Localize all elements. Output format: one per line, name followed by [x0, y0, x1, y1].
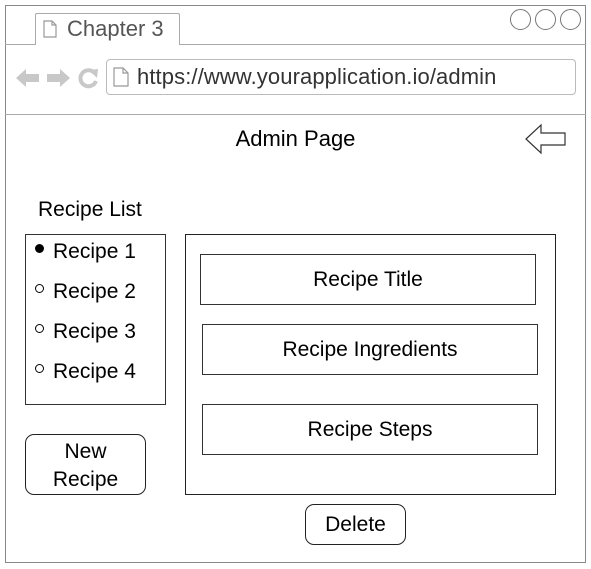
new-recipe-button[interactable]: New Recipe — [25, 434, 146, 495]
list-item[interactable]: Recipe 3 — [53, 320, 136, 344]
left-arrow-icon[interactable] — [524, 123, 568, 155]
reload-icon[interactable] — [76, 66, 100, 90]
radio-recipe-2[interactable] — [35, 284, 44, 293]
window-control-circle[interactable] — [510, 9, 531, 30]
document-icon — [43, 20, 57, 38]
radio-recipe-3[interactable] — [35, 324, 44, 333]
delete-button[interactable]: Delete — [305, 504, 406, 545]
window-control-circle[interactable] — [535, 9, 556, 30]
tab-title: Chapter 3 — [67, 16, 164, 41]
forward-arrow-icon[interactable] — [45, 67, 71, 89]
radio-recipe-4[interactable] — [35, 364, 44, 373]
radio-recipe-1[interactable] — [35, 244, 44, 253]
list-item[interactable]: Recipe 2 — [53, 280, 136, 304]
recipe-ingredients-field[interactable]: Recipe Ingredients — [202, 324, 538, 375]
list-item[interactable]: Recipe 4 — [53, 360, 136, 384]
recipe-steps-field[interactable]: Recipe Steps — [202, 404, 538, 455]
new-recipe-label-line1: New — [64, 440, 107, 463]
recipe-title-field[interactable]: Recipe Title — [200, 254, 536, 305]
window-control-circle[interactable] — [560, 9, 581, 30]
recipe-list-label: Recipe List — [38, 198, 142, 221]
url-text: https://www.yourapplication.io/admin — [137, 64, 497, 89]
tab-underlap — [36, 43, 179, 46]
page-title: Admin Page — [235, 126, 356, 151]
toolbar-divider — [5, 114, 586, 115]
new-recipe-label-line2: Recipe — [52, 468, 119, 491]
document-icon — [113, 67, 129, 87]
back-arrow-icon[interactable] — [15, 67, 41, 89]
list-item[interactable]: Recipe 1 — [53, 240, 136, 264]
